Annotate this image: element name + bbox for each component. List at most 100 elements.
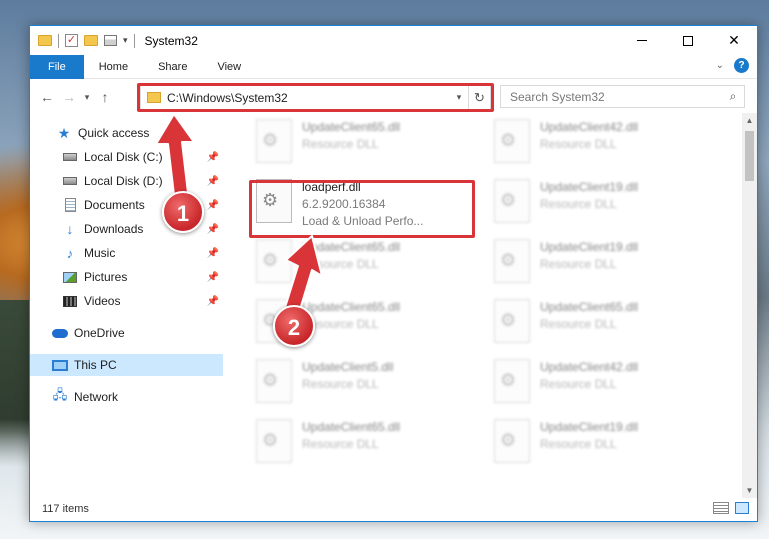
- file-item[interactable]: ⚙ UpdateClient65.dll Resource DLL: [250, 415, 470, 467]
- dll-file-icon: ⚙: [494, 239, 530, 283]
- file-item[interactable]: ⚙ UpdateClient65.dll Resource DLL: [250, 115, 470, 167]
- file-name: UpdateClient42.dll: [540, 120, 639, 134]
- vertical-scrollbar[interactable]: ▲ ▼: [742, 113, 757, 498]
- sidebar-item-label: Pictures: [84, 270, 128, 284]
- cloud-icon: [52, 326, 68, 340]
- sidebar-item-onedrive[interactable]: OneDrive: [30, 322, 223, 344]
- sidebar-item-music[interactable]: ♪ Music 📌: [30, 242, 223, 264]
- file-item[interactable]: ⚙ UpdateClient65.dll Resource DLL: [488, 295, 708, 347]
- sidebar-item-label: Downloads: [84, 222, 144, 236]
- title-bar: ✓ ▾ System32 ✕: [30, 26, 757, 55]
- network-icon: 🖧: [52, 387, 68, 402]
- step-badge-1: 1: [162, 191, 204, 233]
- file-type: Resource DLL: [540, 377, 617, 391]
- item-count: 117 items: [42, 503, 89, 515]
- file-name: UpdateClient19.dll: [540, 240, 639, 254]
- quick-access-toolbar: ✓ ▾: [30, 26, 135, 55]
- help-icon[interactable]: ?: [734, 58, 749, 73]
- new-folder-icon[interactable]: [84, 35, 98, 46]
- up-arrow-icon[interactable]: ↑: [94, 89, 116, 105]
- dll-file-icon: ⚙: [494, 119, 530, 163]
- close-button[interactable]: ✕: [711, 26, 757, 55]
- documents-icon: [62, 198, 78, 212]
- recent-locations-chevron-icon[interactable]: ▾: [80, 92, 94, 103]
- step-badge-2: 2: [273, 305, 315, 347]
- sidebar-item-label: Videos: [84, 294, 121, 308]
- minimize-icon: [637, 40, 647, 41]
- pin-icon[interactable]: 📌: [207, 224, 219, 235]
- pin-icon[interactable]: 📌: [207, 296, 219, 307]
- sidebar-item-this-pc[interactable]: This PC: [30, 354, 223, 376]
- sidebar-item-pictures[interactable]: Pictures 📌: [30, 266, 223, 288]
- dll-file-icon: ⚙: [256, 119, 292, 163]
- tab-view[interactable]: View: [202, 55, 256, 79]
- file-type: Resource DLL: [540, 437, 617, 451]
- window-title: System32: [144, 33, 198, 48]
- sidebar-item-label: Network: [74, 390, 119, 404]
- rename-icon[interactable]: [104, 35, 117, 46]
- sidebar-item-network[interactable]: 🖧 Network: [30, 386, 223, 408]
- computer-icon: [52, 358, 68, 372]
- sidebar-item-label: Quick access: [78, 126, 150, 140]
- sidebar-item-label: Music: [84, 246, 116, 260]
- folder-icon: [38, 35, 52, 46]
- expand-ribbon-chevron-icon[interactable]: ⌄: [716, 60, 724, 71]
- file-item[interactable]: ⚙ UpdateClient5.dll Resource DLL: [250, 355, 470, 407]
- videos-icon: [62, 294, 78, 308]
- file-item[interactable]: ⚙ UpdateClient42.dll Resource DLL: [488, 355, 708, 407]
- tab-home[interactable]: Home: [84, 55, 143, 79]
- file-type: Resource DLL: [540, 257, 617, 271]
- file-explorer-window: ✓ ▾ System32 ✕ File Home Share View ⌄ ? …: [29, 25, 758, 522]
- sidebar-item-label: OneDrive: [74, 326, 125, 340]
- dll-file-icon: ⚙: [494, 419, 530, 463]
- status-bar: 117 items: [30, 497, 757, 521]
- search-input[interactable]: [510, 89, 722, 104]
- sidebar-item-label: Documents: [84, 198, 145, 212]
- file-item[interactable]: ⚙ UpdateClient42.dll Resource DLL: [488, 115, 708, 167]
- back-arrow-icon[interactable]: ←: [36, 89, 58, 105]
- file-type: Resource DLL: [302, 137, 379, 151]
- file-item[interactable]: ⚙ UpdateClient19.dll Resource DLL: [488, 415, 708, 467]
- maximize-button[interactable]: [665, 26, 711, 55]
- ribbon-right-controls: ⌄ ?: [716, 58, 749, 73]
- file-item[interactable]: ⚙ UpdateClient19.dll Resource DLL: [488, 235, 708, 287]
- file-type: Resource DLL: [302, 377, 379, 391]
- pictures-icon: [62, 270, 78, 284]
- customize-toolbar-dropdown-icon[interactable]: ▾: [123, 35, 128, 46]
- file-type: Resource DLL: [540, 137, 617, 151]
- dll-file-icon: ⚙: [256, 419, 292, 463]
- pin-icon[interactable]: 📌: [207, 248, 219, 259]
- dll-file-icon: ⚙: [256, 359, 292, 403]
- minimize-button[interactable]: [619, 26, 665, 55]
- pin-icon[interactable]: 📌: [207, 272, 219, 283]
- scroll-down-icon[interactable]: ▼: [742, 483, 757, 498]
- tab-share[interactable]: Share: [143, 55, 202, 79]
- sidebar-item-videos[interactable]: Videos 📌: [30, 290, 223, 312]
- drive-icon: [62, 174, 78, 188]
- large-icons-view-icon[interactable]: [735, 502, 749, 514]
- details-view-icon[interactable]: [713, 502, 729, 514]
- file-name: UpdateClient19.dll: [540, 420, 639, 434]
- view-toggle: [713, 502, 749, 514]
- dll-file-icon: ⚙: [494, 359, 530, 403]
- scroll-up-icon[interactable]: ▲: [742, 113, 757, 128]
- properties-check-icon[interactable]: ✓: [65, 34, 78, 47]
- toolbar-separator: [133, 33, 135, 48]
- close-icon: ✕: [728, 32, 740, 48]
- maximize-icon: [683, 35, 693, 46]
- file-item[interactable]: ⚙ UpdateClient19.dll Resource DLL: [488, 175, 708, 227]
- file-name: UpdateClient65.dll: [302, 420, 401, 434]
- dll-file-icon: ⚙: [494, 299, 530, 343]
- scrollbar-thumb[interactable]: [745, 131, 754, 181]
- file-highlight-box: [249, 180, 475, 238]
- file-type: Resource DLL: [302, 437, 379, 451]
- search-icon[interactable]: ⌕: [722, 89, 744, 104]
- window-controls: ✕: [619, 26, 757, 55]
- tab-file[interactable]: File: [30, 54, 84, 79]
- download-icon: ↓: [66, 221, 74, 237]
- forward-arrow-icon[interactable]: →: [58, 89, 80, 105]
- file-name: UpdateClient5.dll: [302, 360, 394, 374]
- sidebar-item-label: This PC: [74, 358, 117, 372]
- search-box[interactable]: ⌕: [500, 85, 745, 108]
- file-name: UpdateClient42.dll: [540, 360, 639, 374]
